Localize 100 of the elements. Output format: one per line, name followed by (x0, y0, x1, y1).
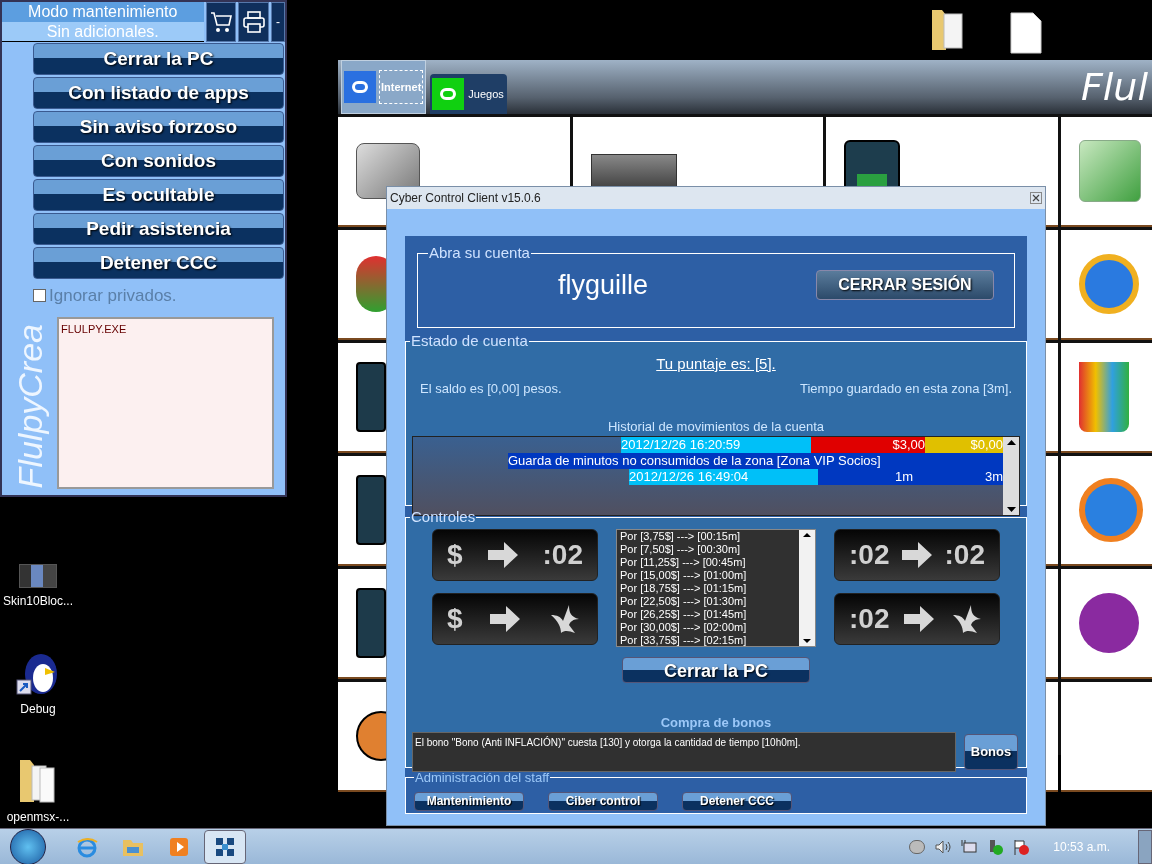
volume-icon (935, 839, 952, 854)
history-cell: 2012/12/26 16:20:59 (621, 437, 811, 453)
cart-icon (209, 10, 232, 34)
play-icon (169, 836, 189, 857)
app-icon (356, 588, 386, 658)
option-button[interactable]: Es ocultable (33, 179, 284, 211)
bonus-button[interactable]: Bonos (964, 734, 1018, 770)
desktop-icon-label[interactable]: Skin10Bloc... (2, 592, 73, 610)
staff-button[interactable]: Detener CCC (682, 791, 792, 811)
process-list-field[interactable]: FLULPY.EXE (57, 316, 274, 489)
app-tile[interactable] (1061, 117, 1152, 227)
price-item[interactable]: Por [26,25$] ---> [01:45m] (620, 607, 796, 621)
control-glyph: :02 (944, 540, 985, 569)
launcher-logo: Flul (1080, 68, 1148, 106)
saved-time-text: Tiempo guardado en esta zona [3m]. (800, 380, 1012, 398)
history-cell: $0,00 (925, 437, 1003, 453)
option-button[interactable]: Con sonidos (33, 145, 284, 177)
option-button[interactable]: Sin aviso forzoso (33, 111, 284, 143)
group-label: Estado de cuenta (410, 331, 529, 351)
app-icon (356, 475, 386, 545)
close-button[interactable] (1030, 192, 1042, 204)
control-button[interactable]: $ (432, 592, 598, 645)
app-tile[interactable] (1061, 682, 1152, 792)
clock: 10:53 a.m. (1053, 838, 1110, 856)
staff-button[interactable]: Mantenimiento (414, 791, 524, 811)
bonus-title: Compra de bonos (660, 713, 772, 732)
control-button[interactable]: :02 :02 (834, 528, 1000, 581)
arrow-icon (900, 539, 934, 570)
price-item[interactable]: Por [7,50$] ---> [00:30m] (620, 542, 796, 556)
history-cell: 1m (818, 469, 913, 485)
app-icon (356, 362, 386, 432)
grid-icon (215, 836, 235, 857)
history-cell: Guarda de minutos no consumidos de la zona [Zona VIP Socios] (508, 453, 1003, 469)
control-glyph: :02 (849, 540, 890, 569)
checkbox-label: Ignorar privados. (49, 285, 177, 307)
group-label: Administración del staff (414, 769, 551, 787)
up-arrow-icon (803, 532, 811, 537)
mode-subtitle: Sin adicionales. (2, 22, 204, 41)
control-glyph: :02 (849, 604, 890, 633)
cart-button[interactable] (205, 2, 237, 42)
taskbar-app[interactable] (204, 829, 246, 864)
spreadsheet-icon (1079, 140, 1141, 202)
scrollbar[interactable] (1003, 437, 1019, 515)
bonus-description-field: El bono "Bono (Anti INFLACIÓN)" cuesta [130] y otorga la cantidad de tiempo [10h0m]. (412, 732, 956, 772)
logout-button[interactable]: CERRAR SESIÓN (816, 269, 994, 300)
tray-app-icon (909, 839, 926, 854)
price-item[interactable]: Por [22,50$] ---> [01:30m] (620, 594, 796, 608)
shutdown-button[interactable]: Cerrar la PC (622, 656, 810, 683)
history-cell: 2012/12/26 16:49:04 (629, 469, 818, 485)
price-item[interactable]: Por [11,25$] ---> [00:45m] (620, 555, 796, 569)
disc-drive-icon (591, 154, 677, 188)
file-icon (1010, 12, 1042, 54)
control-glyph: :02 (542, 540, 583, 569)
balance-text: El saldo es [0,00] pesos. (420, 380, 562, 398)
thumbnail-icon (19, 564, 57, 588)
control-button[interactable]: $ :02 (432, 528, 598, 581)
price-item[interactable]: Por [15,00$] ---> [01:00m] (620, 568, 796, 582)
arrow-icon (485, 539, 520, 570)
network-icon (961, 838, 978, 855)
mode-title: Modo mantenimiento (2, 2, 204, 22)
checkbox[interactable] (33, 289, 46, 303)
history-cell: 3m (913, 469, 1003, 485)
history-title: Historial de movimientos de la cuenta (607, 417, 825, 436)
score-text: Tu puntaje es: [5]. (656, 353, 776, 374)
option-button[interactable]: Cerrar la PC (33, 43, 284, 75)
scrollbar[interactable] (799, 529, 815, 646)
price-item[interactable]: Por [18,75$] ---> [01:15m] (620, 581, 796, 595)
arrow-icon (487, 603, 522, 634)
control-glyph: $ (447, 540, 463, 569)
desktop-icon-label[interactable]: openmsx-... (6, 808, 70, 826)
staff-button[interactable]: Ciber control (548, 791, 658, 811)
app-tile[interactable] (1061, 230, 1152, 340)
app-tile[interactable] (1061, 569, 1152, 679)
start-button[interactable] (10, 828, 46, 864)
launcher-tab[interactable]: Juegos (430, 74, 507, 114)
group-label: Abra su cuenta (428, 243, 531, 263)
down-arrow-icon (1006, 507, 1016, 512)
price-item[interactable]: Por [30,00$] ---> [02:00m] (620, 620, 796, 634)
desktop-icon-label[interactable]: Debug (20, 700, 56, 718)
down-arrow-icon (803, 638, 811, 643)
show-desktop-button[interactable] (1138, 829, 1152, 864)
brand-text: FlulpyCrea (12, 324, 47, 489)
history-cell: $3,00 (811, 437, 925, 453)
option-button[interactable]: Pedir asistencia (33, 213, 284, 245)
window-title: Cyber Control Client v15.0.6 (390, 190, 541, 207)
printer-icon (241, 10, 266, 34)
app-tile[interactable] (1061, 456, 1152, 566)
option-button[interactable]: Con listado de apps (33, 77, 284, 109)
flag-error-icon (1013, 838, 1030, 855)
usb-check-icon (987, 838, 1004, 855)
price-item[interactable]: Por [3,75$] ---> [00:15m] (620, 529, 796, 543)
price-item[interactable]: Por [33,75$] ---> [02:15m] (620, 633, 796, 646)
control-button[interactable]: :02 (834, 592, 1000, 645)
username: flyguille (558, 268, 649, 302)
option-button[interactable]: Detener CCC (33, 247, 284, 279)
up-arrow-icon (1006, 440, 1016, 445)
control-glyph: $ (447, 604, 463, 633)
minimize-button[interactable]: - (271, 2, 285, 42)
app-tile[interactable] (1061, 343, 1152, 453)
printer-button[interactable] (238, 2, 270, 42)
